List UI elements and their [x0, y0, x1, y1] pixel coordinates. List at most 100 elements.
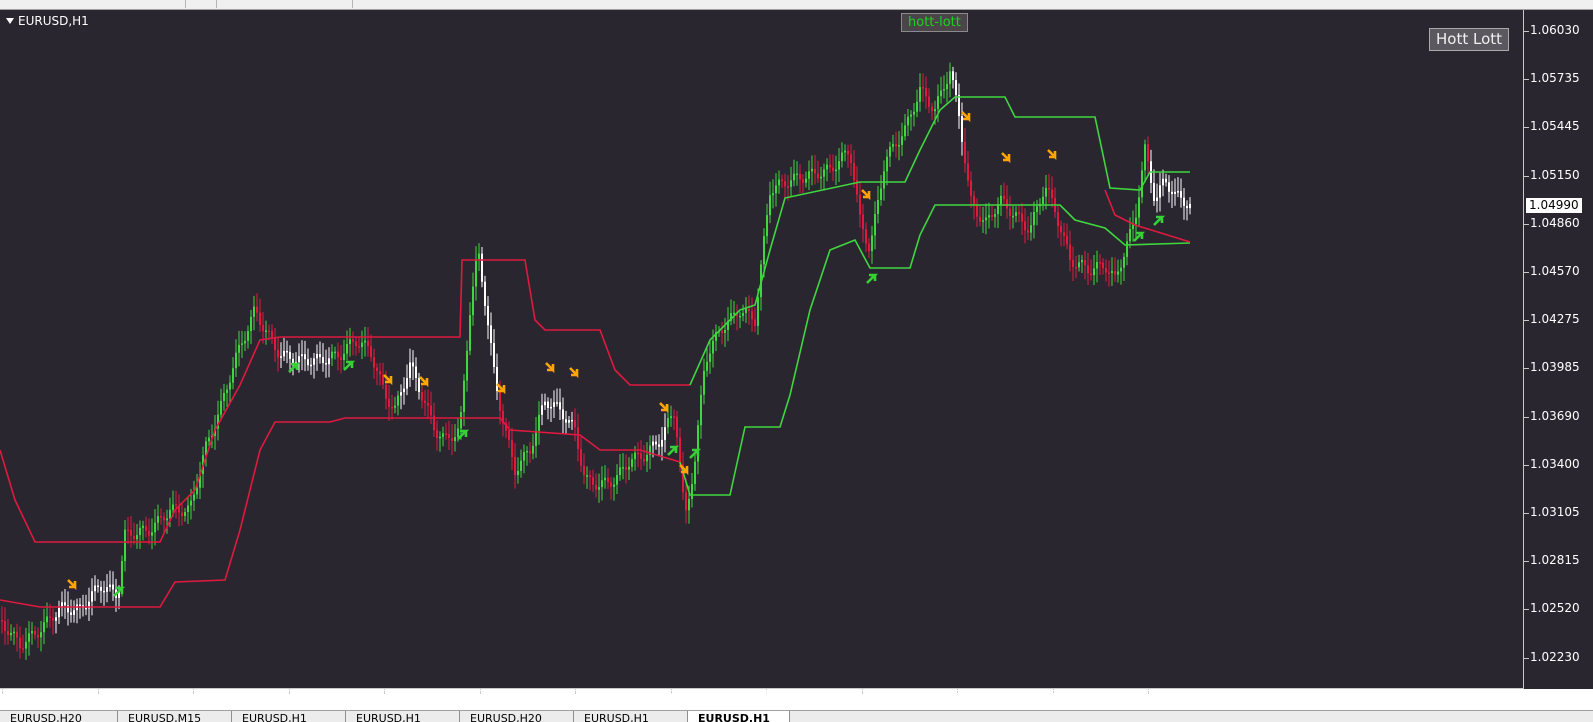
candle-body	[7, 631, 9, 636]
chart-tab[interactable]: EURUSD,H20	[0, 711, 118, 722]
candle-body	[484, 281, 486, 306]
candle-body	[391, 406, 393, 409]
candle-body	[754, 319, 756, 326]
candle-body	[448, 434, 450, 438]
chart-tab[interactable]: EURUSD,H1	[346, 711, 460, 722]
candle-body	[823, 169, 825, 177]
candle-body	[562, 409, 564, 420]
candle-body	[91, 591, 93, 602]
candle-body	[364, 340, 366, 343]
chart-tab[interactable]: EURUSD,H1	[232, 711, 346, 722]
candle-body	[511, 440, 513, 457]
current-price-tag: 1.04990	[1526, 198, 1582, 213]
dropdown-triangle-icon[interactable]	[6, 18, 14, 24]
candle-body	[97, 585, 99, 588]
candle-body	[322, 357, 324, 364]
candle-body	[610, 482, 612, 487]
candle-body	[619, 467, 621, 476]
chart-tab[interactable]: EURUSD,M15	[118, 711, 232, 722]
candlestick-chart[interactable]	[0, 10, 1524, 689]
candle-body	[124, 529, 126, 562]
chart-window[interactable]: EURUSD,H1 hott-lott Hott Lott 1.04990 1.…	[0, 10, 1593, 702]
time-axis-label: 5 Dec 13:00	[954, 688, 1028, 702]
hott-lott-button[interactable]: Hott Lott	[1429, 28, 1510, 51]
price-axis-label: 1.03400	[1530, 456, 1580, 471]
symbol-label[interactable]: EURUSD,H1	[6, 14, 89, 28]
candle-body	[781, 179, 783, 182]
candle-body	[442, 433, 444, 437]
candle-body	[793, 173, 795, 181]
candle-body	[226, 389, 228, 393]
candle-body	[133, 535, 135, 540]
chart-tab[interactable]: EURUSD,H20	[460, 711, 574, 722]
candle-body	[658, 444, 660, 447]
chart-plot-area[interactable]: EURUSD,H1 hott-lott Hott Lott	[0, 10, 1524, 689]
time-axis-label: 28 Nov 13:00	[476, 688, 558, 702]
candle-body	[1006, 199, 1008, 209]
candle-body	[1114, 271, 1116, 275]
candle-body	[340, 357, 342, 360]
time-axis-label: 1 Dec 13:00	[763, 688, 837, 702]
candle-body	[751, 311, 753, 320]
candle-body	[1090, 273, 1092, 276]
price-axis-label: 1.06030	[1530, 23, 1580, 37]
candle-body	[742, 313, 744, 316]
candle-body	[748, 308, 750, 312]
chart-tabs-bar: EURUSD,H20 EURUSD,M15 EURUSD,H1 EURUSD,H1 EU…	[0, 710, 1593, 722]
candle-body	[691, 483, 693, 499]
chart-tab[interactable]: EURUSD,H1	[688, 711, 790, 722]
candle-body	[46, 616, 48, 623]
price-axis-tick	[1524, 657, 1529, 659]
price-axis-label: 1.03985	[1530, 360, 1580, 375]
time-axis-label: 2 Dec 13:00	[858, 688, 932, 702]
candle-body	[220, 400, 222, 415]
candle-body	[1030, 225, 1032, 233]
buy-arrow-icon	[1133, 231, 1146, 242]
time-axis-label: 29 Nov 13:00	[572, 688, 653, 702]
candle-body	[508, 430, 510, 441]
candle-body	[10, 632, 12, 636]
candle-body	[1, 620, 3, 622]
price-axis-tick	[1524, 513, 1529, 514]
candle-body	[889, 146, 891, 157]
candle-body	[544, 401, 546, 406]
candle-body	[532, 445, 534, 454]
candle-body	[31, 630, 33, 634]
candle-body	[679, 437, 681, 465]
candle-body	[814, 168, 816, 174]
candle-body	[373, 357, 375, 368]
candle-body	[901, 136, 903, 145]
candle-body	[712, 340, 714, 354]
candle-body	[238, 344, 240, 353]
candle-body	[37, 634, 39, 638]
candle-body	[163, 516, 165, 521]
candle-body	[643, 458, 645, 462]
candle-body	[922, 87, 924, 89]
candle-body	[913, 111, 915, 115]
candle-body	[262, 324, 264, 332]
candle-body	[409, 362, 411, 379]
candle-body	[538, 414, 540, 431]
candle-body	[1042, 196, 1044, 204]
candle-body	[724, 330, 726, 333]
candle-body	[919, 87, 921, 102]
price-axis-label: 1.05150	[1530, 167, 1580, 182]
candle-body	[55, 617, 57, 621]
candle-body	[1189, 203, 1191, 209]
candle-body	[1186, 205, 1188, 209]
candle-body	[94, 585, 96, 592]
candle-body	[496, 366, 498, 392]
candle-body	[745, 308, 747, 314]
candle-body	[307, 359, 309, 366]
candle-body	[469, 315, 471, 351]
candle-body	[616, 475, 618, 485]
buy-arrow-icon	[689, 448, 702, 459]
candle-body	[1111, 271, 1113, 274]
candle-body	[1162, 178, 1164, 186]
candle-body	[721, 330, 723, 333]
candle-body	[439, 436, 441, 439]
lott-line-lower-green	[679, 204, 1191, 496]
chart-tab[interactable]: EURUSD,H1	[574, 711, 688, 722]
candle-body	[313, 358, 315, 365]
candle-body	[463, 380, 465, 413]
